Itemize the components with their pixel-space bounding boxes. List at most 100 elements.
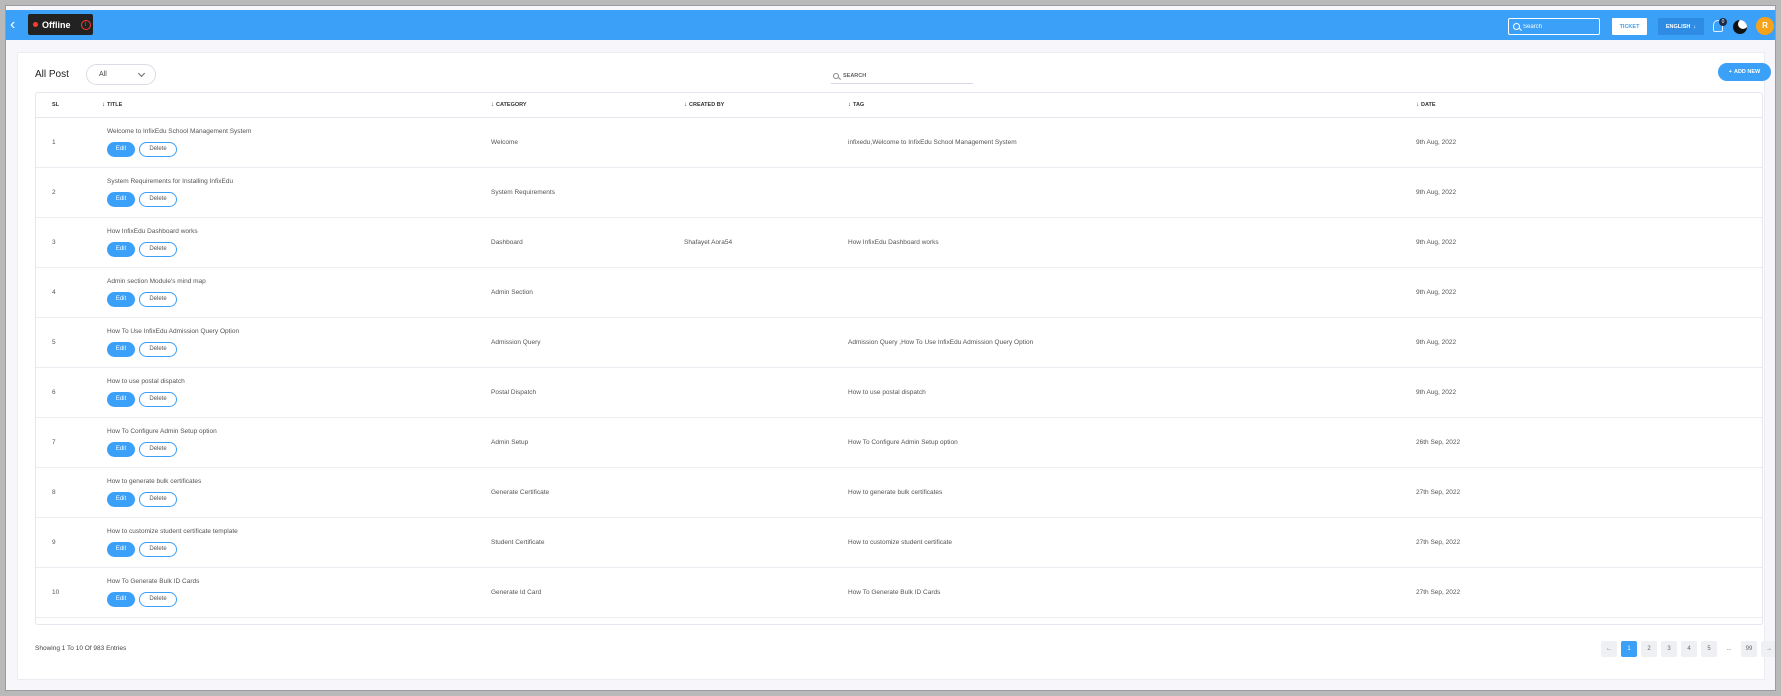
header-title[interactable]: ↓ TITLE — [102, 102, 122, 108]
cell-sl: 6 — [52, 389, 56, 396]
table-row: 8 How to generate bulk certificates Edit De… — [36, 468, 1762, 518]
page-button[interactable]: 5 — [1701, 641, 1717, 657]
header-category-label: CATEGORY — [496, 102, 527, 108]
status-dot-icon — [33, 22, 38, 27]
cell-date: 9th Aug, 2022 — [1416, 189, 1457, 196]
cell-category: System Requirements — [491, 189, 555, 196]
edit-button[interactable]: Edit — [107, 392, 135, 407]
add-new-button[interactable]: + ADD NEW — [1718, 63, 1771, 81]
delete-button[interactable]: Delete — [139, 292, 177, 307]
page-button[interactable]: 3 — [1661, 641, 1677, 657]
cell-category: Dashboard — [491, 239, 523, 246]
edit-button[interactable]: Edit — [107, 292, 135, 307]
cell-sl: 10 — [52, 589, 60, 596]
delete-button[interactable]: Delete — [139, 542, 177, 557]
top-search-box[interactable] — [1508, 18, 1600, 35]
cell-category: Generate Certificate — [491, 489, 550, 496]
table-row: 6 How to use postal dispatch Edit Delete Pos… — [36, 368, 1762, 418]
edit-button[interactable]: Edit — [107, 492, 135, 507]
edit-button[interactable]: Edit — [107, 342, 135, 357]
table-row: 3 How InfixEdu Dashboard works Edit Delete D… — [36, 218, 1762, 268]
page-button[interactable]: 2 — [1641, 641, 1657, 657]
header-date[interactable]: ↓ DATE — [1416, 102, 1436, 108]
main-panel: All Post All + ADD NEW SL ↓TITLE ↓CATEGO… — [17, 52, 1775, 680]
cell-date: 27th Sep, 2022 — [1416, 589, 1461, 596]
cell-date: 27th Sep, 2022 — [1416, 539, 1461, 546]
prev-page-icon[interactable]: ← — [1601, 641, 1617, 657]
arrow-down-icon: ↓ — [1693, 23, 1697, 30]
cell-title: Welcome to InfixEdu School Management Sy… — [107, 128, 252, 135]
table-row: 9 How to customize student certificate te… — [36, 518, 1762, 568]
edit-button[interactable]: Edit — [107, 192, 135, 207]
cell-sl: 7 — [52, 439, 56, 446]
avatar[interactable]: R — [1756, 17, 1774, 35]
add-new-label: ADD NEW — [1733, 69, 1761, 75]
search-icon — [833, 73, 839, 79]
cell-category: Postal Dispatch — [491, 389, 537, 396]
dark-mode-toggle-icon[interactable] — [1733, 20, 1747, 34]
language-select[interactable]: ENGLISH ↓ — [1658, 18, 1704, 35]
top-search-input[interactable] — [1523, 23, 1593, 30]
cell-date: 9th Aug, 2022 — [1416, 389, 1457, 396]
cell-tag: infixedu,Welcome to InfixEdu School Mana… — [848, 139, 1017, 146]
cell-category: Welcome — [491, 139, 518, 146]
ticket-button[interactable]: TICKET — [1612, 18, 1647, 35]
page-button[interactable]: 4 — [1681, 641, 1697, 657]
cell-date: 27th Sep, 2022 — [1416, 489, 1461, 496]
status-label: Offline — [42, 19, 71, 30]
cell-tag: How To Configure Admin Setup option — [848, 439, 958, 446]
table-search-input[interactable] — [843, 73, 963, 79]
delete-button[interactable]: Delete — [139, 492, 177, 507]
cell-title: How to use postal dispatch — [107, 378, 185, 385]
top-bar: ‹ Offline i TICKET ENGLISH ↓ 0 R — [6, 10, 1775, 40]
sort-arrow-icon: ↓ — [684, 102, 687, 108]
plus-icon: + — [1728, 69, 1732, 75]
app-window: ‹ Offline i TICKET ENGLISH ↓ 0 R All Pos… — [5, 5, 1776, 691]
cell-title: How InfixEdu Dashboard works — [107, 228, 198, 235]
offline-status-badge: Offline i — [28, 14, 93, 35]
table-search[interactable] — [831, 69, 973, 84]
cell-tag: How to use postal dispatch — [848, 389, 926, 396]
cell-tag: How to generate bulk certificates — [848, 489, 943, 496]
cell-sl: 4 — [52, 289, 56, 296]
info-icon[interactable]: i — [80, 19, 91, 30]
page-button[interactable]: 1 — [1621, 641, 1637, 657]
cell-sl: 5 — [52, 339, 56, 346]
cell-date: 9th Aug, 2022 — [1416, 239, 1457, 246]
cell-sl: 8 — [52, 489, 56, 496]
page-button[interactable]: 99 — [1741, 641, 1757, 657]
next-page-icon[interactable]: → — [1761, 641, 1775, 657]
category-filter-select[interactable]: All — [86, 64, 156, 85]
cell-sl: 2 — [52, 189, 56, 196]
delete-button[interactable]: Delete — [139, 142, 177, 157]
search-icon — [1513, 23, 1520, 30]
header-created-by[interactable]: ↓ CREATED BY — [684, 102, 724, 108]
chevron-down-icon — [137, 69, 146, 78]
sort-arrow-icon: ↓ — [491, 102, 494, 108]
edit-button[interactable]: Edit — [107, 592, 135, 607]
cell-title: How To Use InfixEdu Admission Query Opti… — [107, 328, 240, 335]
delete-button[interactable]: Delete — [139, 592, 177, 607]
delete-button[interactable]: Delete — [139, 342, 177, 357]
cell-tag: How to customize student certificate — [848, 539, 953, 546]
table-row: 7 How To Configure Admin Setup option Edit… — [36, 418, 1762, 468]
back-arrow-icon[interactable]: ‹ — [10, 16, 24, 34]
delete-button[interactable]: Delete — [139, 242, 177, 257]
header-sl: SL — [52, 102, 60, 108]
delete-button[interactable]: Delete — [139, 442, 177, 457]
cell-sl: 9 — [52, 539, 56, 546]
cell-date: 9th Aug, 2022 — [1416, 139, 1457, 146]
delete-button[interactable]: Delete — [139, 392, 177, 407]
header-date-label: DATE — [1421, 102, 1436, 108]
entries-summary: Showing 1 To 10 Of 983 Entries — [35, 645, 127, 652]
edit-button[interactable]: Edit — [107, 142, 135, 157]
header-tag-label: TAG — [853, 102, 865, 108]
header-category[interactable]: ↓ CATEGORY — [491, 102, 527, 108]
header-tag[interactable]: ↓ TAG — [848, 102, 864, 108]
edit-button[interactable]: Edit — [107, 542, 135, 557]
edit-button[interactable]: Edit — [107, 442, 135, 457]
cell-date: 26th Sep, 2022 — [1416, 439, 1461, 446]
delete-button[interactable]: Delete — [139, 192, 177, 207]
cell-title: Admin section Module's mind map — [107, 278, 206, 285]
edit-button[interactable]: Edit — [107, 242, 135, 257]
